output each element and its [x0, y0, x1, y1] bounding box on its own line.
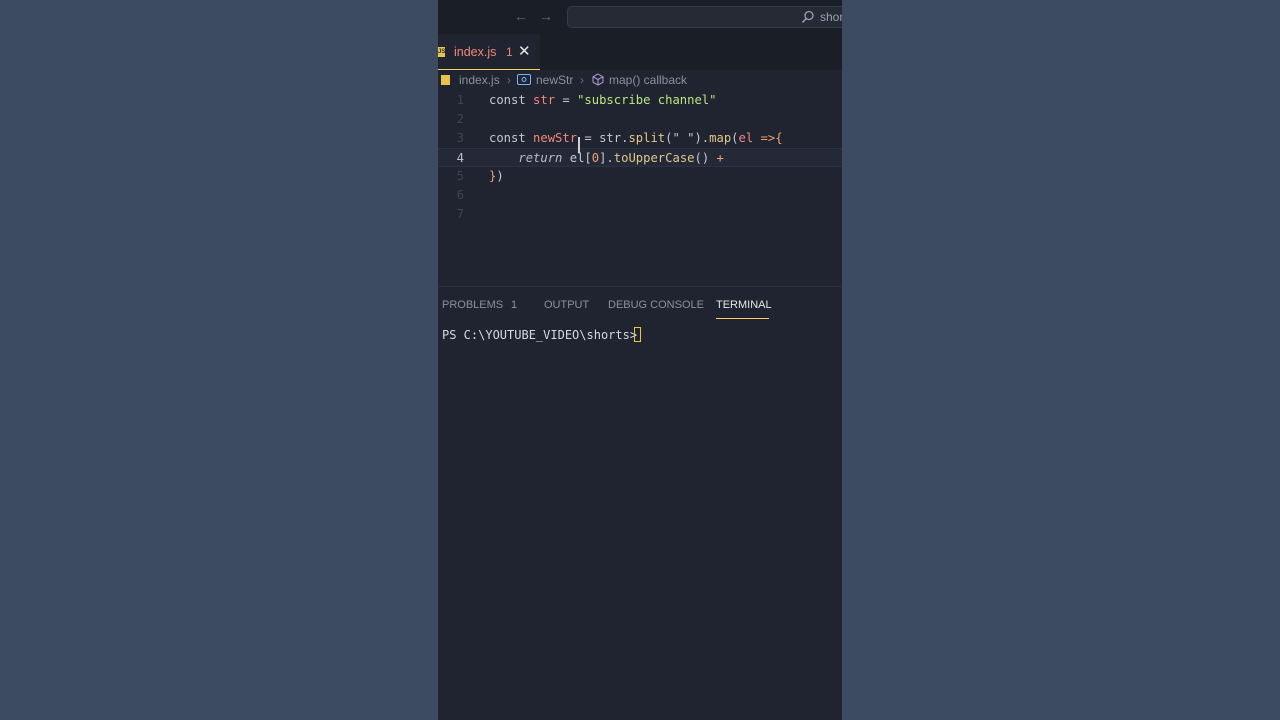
active-tab-indicator — [716, 318, 769, 319]
terminal-prompt: PS C:\YOUTUBE_VIDEO\shorts> — [442, 328, 645, 342]
search-icon — [801, 10, 814, 24]
code-token: str — [533, 93, 556, 107]
line-number: 3 — [456, 131, 464, 145]
code-token: const — [489, 93, 534, 107]
code-token: + — [716, 151, 724, 165]
code-line[interactable]: 3 const newStr = str.split(" ").map(el =>… — [438, 129, 842, 148]
code-token: split — [628, 131, 666, 145]
code-token: () — [694, 151, 717, 165]
tab-index-js[interactable]: JS index.js 1 ✕ — [438, 34, 540, 70]
arrow-right-icon[interactable]: → — [539, 8, 553, 24]
code-editor[interactable]: 1 const str = "subscribe channel" 2 3 const … — [438, 90, 842, 286]
code-text: }) — [489, 169, 504, 183]
close-icon[interactable]: ✕ — [518, 42, 531, 60]
tab-debug-console[interactable]: DEBUG CONSOLE — [608, 299, 704, 311]
breadcrumb: index.js › newStr › map() callback — [438, 70, 842, 90]
code-line[interactable]: 6 — [438, 186, 842, 205]
code-token: toUpperCase — [613, 151, 695, 165]
chevron-right-icon: › — [580, 73, 584, 87]
line-number: 7 — [456, 207, 464, 221]
code-token: el — [738, 131, 754, 145]
js-file-icon: JS — [438, 47, 445, 57]
code-token: el[ — [562, 151, 592, 165]
js-file-icon — [441, 75, 450, 85]
breadcrumb-symbol[interactable]: newStr — [536, 73, 573, 87]
terminal-cursor — [634, 327, 641, 342]
vscode-window: ← → shor JS index.js 1 ✕ index.js › newS… — [438, 0, 842, 720]
code-text: const str = "subscribe channel" — [489, 93, 716, 107]
tab-problem-count: 1 — [506, 45, 513, 59]
arrow-left-icon[interactable]: ← — [514, 8, 528, 24]
line-number: 2 — [456, 112, 464, 126]
code-token: const — [489, 131, 534, 145]
search-text: shor — [820, 10, 842, 24]
tab-problems[interactable]: PROBLEMS — [442, 299, 503, 311]
code-line[interactable]: 7 — [438, 205, 842, 224]
code-line[interactable]: 2 — [438, 110, 842, 129]
code-token: newStr — [533, 131, 578, 145]
command-center-search[interactable]: shor — [567, 6, 842, 28]
title-bar: ← → shor — [438, 0, 842, 34]
code-text: return el[0].toUpperCase() + — [489, 151, 724, 165]
code-token: = str. — [577, 131, 629, 145]
code-token: ]. — [599, 151, 614, 165]
variable-icon — [517, 74, 531, 85]
chevron-right-icon: › — [507, 73, 511, 87]
code-token: => — [753, 131, 776, 145]
editor-tab-bar: JS index.js 1 ✕ — [438, 34, 842, 70]
code-line[interactable]: 4 return el[0].toUpperCase() + — [438, 148, 842, 167]
line-number: 5 — [456, 169, 464, 183]
code-text: const newStr = str.split(" ").map(el =>{ — [489, 131, 783, 145]
problems-count-badge: 1 — [511, 299, 518, 311]
line-number: 1 — [456, 93, 464, 107]
code-token: "subscribe channel" — [577, 93, 717, 107]
method-cube-icon — [592, 73, 604, 86]
line-number: 4 — [456, 151, 464, 165]
breadcrumb-file[interactable]: index.js — [459, 73, 500, 87]
code-token: = — [555, 93, 578, 107]
tab-label: index.js — [454, 45, 497, 59]
code-token: (" "). — [665, 131, 710, 145]
code-token: ) — [496, 169, 504, 183]
tab-terminal[interactable]: TERMINAL — [716, 299, 772, 311]
code-token: 0 — [591, 151, 600, 165]
line-number: 6 — [456, 188, 464, 202]
code-token: return — [518, 151, 563, 165]
bottom-panel: PROBLEMS 1 OUTPUT DEBUG CONSOLE TERMINAL… — [438, 286, 842, 720]
tab-output[interactable]: OUTPUT — [544, 299, 589, 311]
code-line[interactable]: 1 const str = "subscribe channel" — [438, 91, 842, 110]
mouse-text-cursor — [578, 137, 580, 153]
breadcrumb-callback[interactable]: map() callback — [609, 73, 687, 87]
code-token: map — [709, 131, 732, 145]
code-token: { — [775, 131, 783, 145]
code-token: ( — [731, 131, 739, 145]
code-line[interactable]: 5}) — [438, 167, 842, 186]
